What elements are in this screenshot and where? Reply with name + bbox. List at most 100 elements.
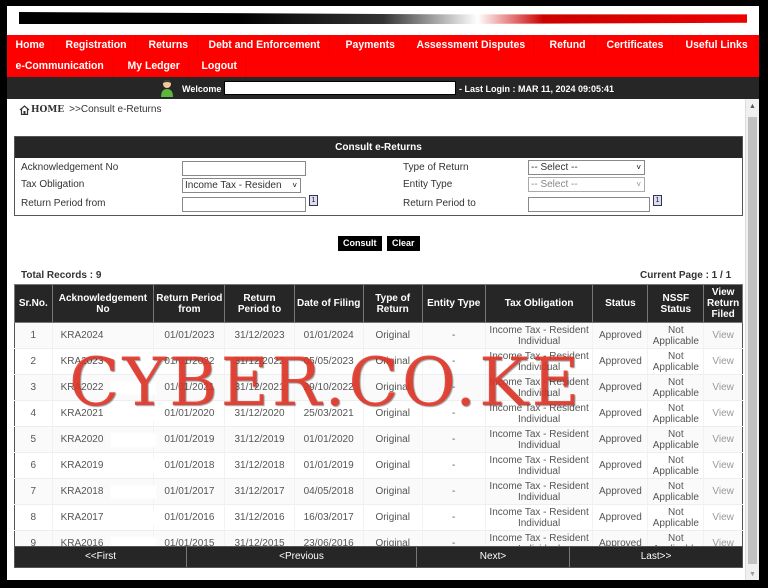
redaction-mask — [110, 407, 156, 421]
cell-status: Approved — [592, 348, 649, 375]
cell-tax-obligation: Income Tax - Resident Individual — [485, 478, 594, 505]
nav-item-logout[interactable]: Logout — [193, 56, 247, 77]
cell-sr-no: 4 — [14, 400, 53, 427]
ack-no-text: KRA2023 — [60, 356, 104, 367]
home-icon[interactable] — [19, 104, 30, 115]
calendar-icon[interactable]: 1 — [653, 195, 662, 206]
redaction-mask — [110, 355, 156, 369]
cell-type-of-return: Original — [363, 374, 423, 401]
cell-type-of-return: Original — [363, 322, 423, 349]
cell-nssf-status: Not Applicable — [647, 426, 705, 453]
nav-item-returns[interactable]: Returns — [140, 35, 198, 56]
cell-period-to: 31/12/2017 — [224, 478, 295, 505]
cell-sr-no: 8 — [14, 504, 53, 531]
nav-item-refund[interactable]: Refund — [541, 35, 596, 56]
chevron-down-icon: ˅ — [292, 181, 297, 190]
last-page-button[interactable]: Last>> — [570, 547, 742, 567]
cell-date-of-filing: 01/01/2024 — [294, 322, 364, 349]
calendar-icon[interactable]: 1 — [309, 195, 318, 206]
cell-view-link[interactable]: View — [703, 348, 743, 375]
cell-view-link[interactable]: View — [703, 374, 743, 401]
cell-date-of-filing: 16/03/2017 — [294, 504, 364, 531]
cell-entity-type: - — [422, 452, 486, 479]
cell-ack-no: KRA2021 — [52, 400, 156, 427]
cell-view-link[interactable]: View — [703, 322, 743, 349]
cell-type-of-return: Original — [363, 504, 423, 531]
cell-ack-no: KRA2019 — [52, 452, 156, 479]
main-nav: Home Registration Returns Debt and Enforcem… — [7, 35, 759, 77]
cell-period-from: 01/01/2020 — [153, 400, 226, 427]
cell-period-from: 01/01/2022 — [153, 348, 226, 375]
nav-item-my-ledger[interactable]: My Ledger — [119, 56, 190, 77]
cell-nssf-status: Not Applicable — [647, 348, 705, 375]
vertical-scrollbar[interactable]: ▲ ▼ — [745, 99, 759, 580]
cell-type-of-return: Original — [363, 426, 423, 453]
cell-ack-no: KRA2022 — [52, 374, 156, 401]
ack-no-text: KRA2022 — [60, 382, 104, 393]
cell-period-to: 31/12/2022 — [224, 348, 295, 375]
cell-type-of-return: Original — [363, 478, 423, 505]
entity-type-select[interactable]: -- Select -- ˅ — [528, 177, 645, 192]
cell-period-from: 01/01/2016 — [153, 504, 226, 531]
table-row: 3 KRA2022 01/01/2021 31/12/2021 29/10/2022 Or… — [14, 374, 743, 401]
cell-ack-no: KRA2020 — [52, 426, 156, 453]
scroll-up-arrow-icon[interactable]: ▲ — [749, 103, 756, 110]
breadcrumb-current: >>Consult e-Returns — [69, 104, 162, 115]
cell-view-link[interactable]: View — [703, 452, 743, 479]
cell-date-of-filing: 01/01/2019 — [294, 452, 364, 479]
column-header-return-period-from: Return Period from — [153, 284, 226, 323]
nav-item-assessment-disputes[interactable]: Assessment Disputes — [408, 35, 535, 56]
cell-tax-obligation: Income Tax - Resident Individual — [485, 426, 594, 453]
cell-period-to: 31/12/2023 — [224, 322, 295, 349]
previous-page-button[interactable]: <Previous — [187, 547, 417, 567]
nav-item-useful-links[interactable]: Useful Links — [677, 35, 757, 56]
scrollbar-thumb[interactable] — [748, 117, 757, 564]
column-header-tax-obligation: Tax Obligation — [484, 284, 594, 323]
first-page-button[interactable]: <<First — [15, 547, 187, 567]
scroll-down-arrow-icon[interactable]: ▼ — [749, 571, 756, 578]
cell-status: Approved — [592, 504, 649, 531]
cell-status: Approved — [592, 322, 649, 349]
redaction-mask — [110, 433, 156, 447]
form-title: Consult e-Returns — [15, 137, 742, 158]
nav-row-2: e-Communication My Ledger Logout — [7, 56, 759, 77]
ack-no-input[interactable] — [182, 161, 306, 176]
breadcrumb-home-link[interactable]: HOME — [31, 105, 64, 115]
cell-view-link[interactable]: View — [703, 478, 743, 505]
tax-obligation-value: Income Tax - Residen — [185, 180, 282, 191]
next-page-button[interactable]: Next> — [417, 547, 570, 567]
cell-view-link[interactable]: View — [703, 400, 743, 427]
chevron-down-icon: ˅ — [636, 180, 641, 189]
cell-sr-no: 5 — [14, 426, 53, 453]
nav-item-payments[interactable]: Payments — [337, 35, 405, 56]
cell-type-of-return: Original — [363, 452, 423, 479]
cell-type-of-return: Original — [363, 348, 423, 375]
cell-nssf-status: Not Applicable — [647, 322, 705, 349]
cell-period-from: 01/01/2021 — [153, 374, 226, 401]
table-header-row: Sr.No. Acknowledgement No Return Period fr… — [14, 284, 743, 323]
consult-button[interactable]: Consult — [338, 236, 382, 251]
current-page: Current Page : 1 / 1 — [640, 270, 732, 281]
nav-item-e-communication[interactable]: e-Communication — [7, 56, 114, 77]
tax-obligation-select[interactable]: Income Tax - Residen ˅ — [182, 178, 301, 193]
entity-type-value: -- Select -- — [531, 179, 578, 190]
cell-view-link[interactable]: View — [703, 426, 743, 453]
cell-ack-no: KRA2018 — [52, 478, 156, 505]
nav-item-home[interactable]: Home — [7, 35, 55, 56]
cell-sr-no: 7 — [14, 478, 53, 505]
cell-ack-no: KRA2023 — [52, 348, 156, 375]
entity-type-label: Entity Type — [403, 179, 453, 190]
nav-item-certificates[interactable]: Certificates — [598, 35, 673, 56]
type-of-return-select[interactable]: -- Select -- ˅ — [528, 160, 645, 175]
period-from-input[interactable] — [182, 197, 306, 212]
ack-no-text: KRA2020 — [60, 434, 104, 445]
nav-item-registration[interactable]: Registration — [57, 35, 136, 56]
ack-no-text: KRA2019 — [60, 460, 104, 471]
clear-button[interactable]: Clear — [387, 236, 420, 251]
cell-tax-obligation: Income Tax - Resident Individual — [485, 504, 594, 531]
cell-date-of-filing: 29/10/2022 — [294, 374, 364, 401]
nav-item-debt-and-enforcement[interactable]: Debt and Enforcement — [200, 35, 330, 56]
period-to-input[interactable] — [528, 197, 650, 212]
cell-view-link[interactable]: View — [703, 504, 743, 531]
table-row: 5 KRA2020 01/01/2019 31/12/2019 01/01/2020 Or… — [14, 426, 743, 453]
